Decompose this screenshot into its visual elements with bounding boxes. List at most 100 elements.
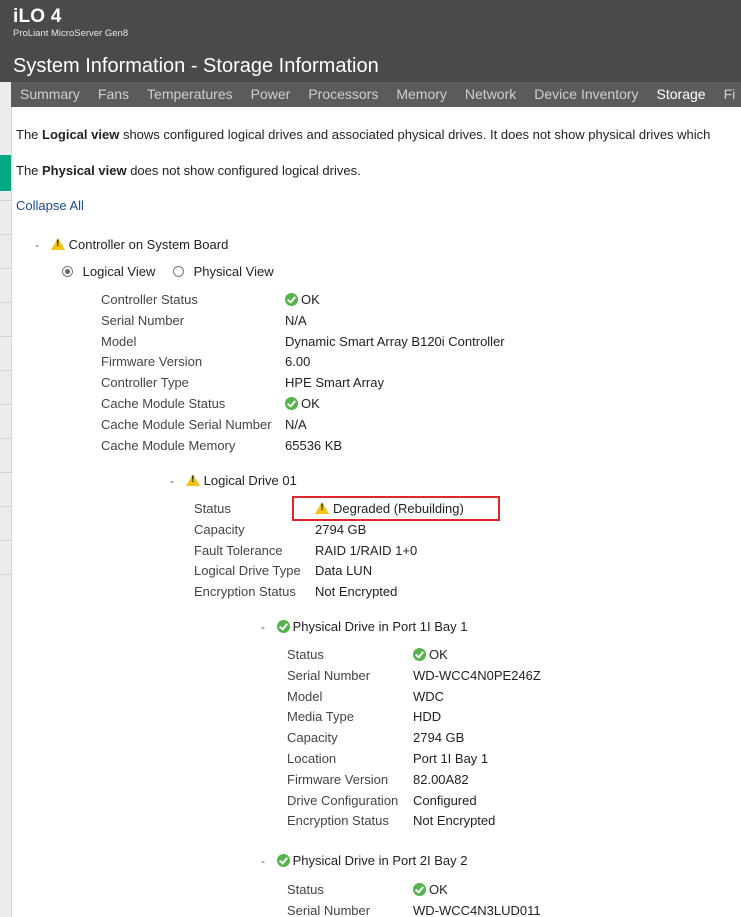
app-header: iLO 4 ProLiant MicroServer Gen8 System I… (0, 0, 741, 82)
warning-icon (50, 238, 65, 250)
controller-prop-label: Firmware Version (101, 354, 203, 370)
collapse-toggle[interactable]: - (170, 474, 174, 488)
controller-prop-label: Cache Module Memory (101, 437, 236, 453)
logical-view-radio[interactable] (62, 266, 73, 277)
physical-drive-1-prop-value: 82.00A82 (413, 772, 469, 787)
ok-icon (285, 397, 298, 410)
collapse-toggle[interactable]: - (261, 854, 265, 868)
logical-drive-prop-label: Status (194, 501, 231, 516)
logical-drive-prop-value: RAID 1/RAID 1+0 (315, 543, 417, 558)
controller-prop-value-text: Dynamic Smart Array B120i Controller (285, 333, 505, 349)
physical-drive-1-prop-value-text: OK (429, 647, 448, 662)
left-nav-divider (0, 302, 11, 303)
ok-icon (276, 620, 290, 633)
logical-drive-prop-value-text: RAID 1/RAID 1+0 (315, 542, 418, 558)
physical-view-radio[interactable] (173, 266, 185, 277)
warning-icon (185, 474, 200, 486)
collapse-toggle[interactable]: - (35, 238, 39, 252)
left-nav-active-marker (0, 155, 11, 191)
left-nav-divider (0, 506, 11, 507)
controller-prop-value: OK (285, 292, 320, 307)
physical-drive-2-node[interactable]: - Physical Drive in Port 2I Bay 2 (261, 853, 467, 868)
controller-prop-value-text: OK (301, 292, 320, 307)
logical-drive-prop-value-text: Not Encrypted (315, 584, 398, 600)
collapse-toggle[interactable]: - (261, 620, 265, 634)
tab-device-inventory[interactable]: Device Inventory (525, 82, 647, 107)
controller-prop-label: Cache Module Status (101, 396, 226, 411)
controller-prop-value: OK (285, 396, 320, 411)
physical-drive-1-prop-label: Media Type (287, 709, 354, 725)
tab-network[interactable]: Network (456, 82, 525, 107)
controller-prop-value: N/A (285, 313, 307, 328)
tab-processors[interactable]: Processors (299, 82, 387, 107)
physical-drive-1-prop-value-text: WDC (413, 688, 445, 704)
physical-drive-2-prop-value: OK (413, 882, 448, 897)
logical-drive-prop-label: Encryption Status (194, 584, 296, 600)
physical-drive-2-prop-label: Status (287, 882, 324, 897)
physical-drive-1-prop-value-text: Configured (413, 792, 477, 808)
logical-drive-prop-label: Logical Drive Type (194, 563, 301, 579)
logical-drive-title: Logical Drive 01 (203, 473, 297, 488)
controller-prop-label: Model (101, 333, 137, 349)
ok-icon (413, 648, 426, 661)
physical-drive-1-prop-value-text: HDD (413, 709, 442, 725)
tab-memory[interactable]: Memory (387, 82, 456, 107)
physical-drive-1-prop-value: Port 1I Bay 1 (413, 751, 488, 766)
left-nav-strip (0, 0, 12, 917)
status-highlight-box (292, 496, 500, 521)
logical-drive-prop-value: Not Encrypted (315, 584, 397, 599)
physical-drive-2-title: Physical Drive in Port 2I Bay 2 (292, 853, 468, 868)
physical-drive-1-prop-value: Not Encrypted (413, 813, 495, 828)
physical-drive-2-prop-value-text: OK (429, 882, 448, 897)
left-nav-divider (0, 404, 11, 405)
brand-title: iLO 4 (13, 6, 62, 27)
controller-prop-value: 6.00 (285, 354, 310, 369)
physical-drive-2-prop-label: Serial Number (287, 902, 371, 917)
controller-node[interactable]: - Controller on System Board (35, 237, 228, 252)
physical-drive-1-prop-label: Drive Configuration (287, 792, 399, 808)
tab-summary[interactable]: Summary (11, 82, 89, 107)
ok-icon (285, 293, 298, 306)
physical-drive-1-prop-value: 2794 GB (413, 730, 464, 745)
logical-view-label[interactable]: Logical View (83, 264, 156, 279)
physical-drive-2-prop-value: WD-WCC4N3LUD011 (413, 903, 541, 917)
physical-drive-1-node[interactable]: - Physical Drive in Port 1I Bay 1 (261, 619, 467, 634)
collapse-all-link[interactable]: Collapse All (16, 198, 84, 213)
left-nav-divider (0, 268, 11, 269)
physical-drive-1-prop-value: Configured (413, 793, 477, 808)
left-nav-divider (0, 336, 11, 337)
physical-drive-1-prop-label: Capacity (287, 730, 338, 746)
left-nav-divider (0, 574, 11, 575)
physical-drive-1-prop-value: WDC (413, 689, 444, 704)
controller-prop-value-text: N/A (285, 416, 307, 432)
controller-prop-value-text: HPE Smart Array (285, 375, 384, 391)
tab-fans[interactable]: Fans (89, 82, 138, 107)
tab-bar: Summary Fans Temperatures Power Processors Me… (11, 82, 741, 107)
page-title: System Information - Storage Information (13, 55, 379, 77)
tab-temperatures[interactable]: Temperatures (138, 82, 242, 107)
logical-drive-prop-value-text: Data LUN (315, 563, 373, 579)
controller-prop-value-text: OK (301, 396, 320, 411)
physical-drive-1-prop-label: Location (287, 751, 337, 766)
physical-drive-1-prop-label: Encryption Status (287, 813, 389, 829)
tab-power[interactable]: Power (242, 82, 300, 107)
physical-view-description: The Physical view does not show configur… (16, 163, 361, 178)
controller-prop-value: HPE Smart Array (285, 375, 384, 390)
physical-view-label[interactable]: Physical View (194, 264, 274, 279)
left-nav-divider (0, 438, 11, 439)
physical-drive-1-prop-value: OK (413, 647, 448, 662)
ok-icon (413, 883, 426, 896)
controller-prop-value-text: 6.00 (285, 354, 311, 370)
main-content: The Logical view shows configured logica… (16, 107, 741, 917)
physical-drive-1-prop-label: Serial Number (287, 667, 371, 683)
physical-drive-1-prop-value-text: 2794 GB (413, 730, 465, 746)
physical-drive-2-prop-value-text: WD-WCC4N3LUD011 (413, 902, 541, 917)
logical-drive-node[interactable]: - Logical Drive 01 (170, 473, 297, 488)
physical-drive-1-prop-value: HDD (413, 709, 441, 724)
left-nav-divider (0, 540, 11, 541)
physical-drive-1-prop-label: Model (287, 688, 323, 704)
physical-drive-1-prop-value-text: 82.00A82 (413, 771, 469, 787)
tab-storage[interactable]: Storage (648, 82, 715, 107)
tab-firmware[interactable]: Fi (715, 82, 741, 107)
controller-prop-value-text: 65536 KB (285, 437, 343, 453)
